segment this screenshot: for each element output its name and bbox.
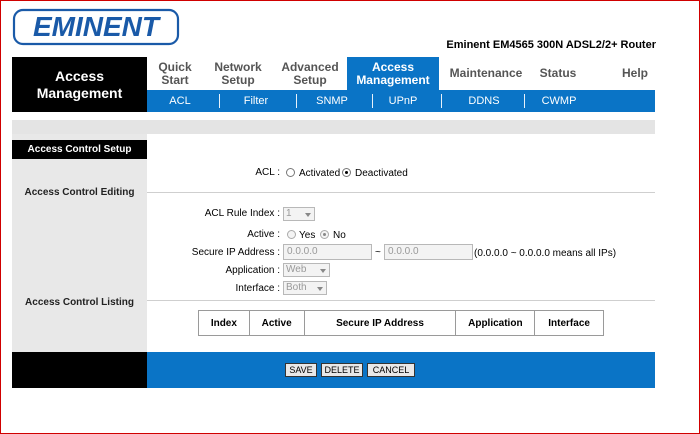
active-no-radio[interactable] bbox=[320, 230, 329, 239]
application-select[interactable]: Web bbox=[283, 263, 330, 277]
cancel-button[interactable]: CANCEL bbox=[367, 363, 415, 377]
nav-advanced-setup[interactable]: Advanced Setup bbox=[273, 57, 347, 90]
nav-access-management[interactable]: Access Management bbox=[347, 57, 439, 90]
active-yes-radio[interactable] bbox=[287, 230, 296, 239]
subnav-snmp[interactable]: SNMP bbox=[307, 90, 357, 112]
section-title: Access Management bbox=[12, 57, 147, 112]
acl-deactivated-radio[interactable] bbox=[342, 168, 351, 177]
acl-rule-index-value: 1 bbox=[286, 208, 292, 219]
subnav-divider bbox=[441, 94, 442, 108]
nav-quick-start[interactable]: Quick Start bbox=[147, 57, 203, 90]
content-header-bar bbox=[12, 120, 655, 134]
column-header-index: Index bbox=[198, 310, 250, 336]
acl-activated-label: Activated bbox=[299, 168, 341, 179]
interface-label: Interface : bbox=[235, 283, 280, 294]
chevron-down-icon bbox=[320, 269, 326, 273]
acl-rule-index-select[interactable]: 1 bbox=[283, 207, 315, 221]
nav-network-setup[interactable]: Network Setup bbox=[205, 57, 271, 90]
logo-text: EMINENT bbox=[33, 11, 162, 42]
chevron-down-icon bbox=[305, 213, 311, 217]
active-no-label: No bbox=[333, 230, 346, 241]
save-button[interactable]: SAVE bbox=[285, 363, 317, 377]
subnav-divider bbox=[524, 94, 525, 108]
delete-button[interactable]: DELETE bbox=[321, 363, 363, 377]
application-label: Application : bbox=[225, 265, 280, 276]
chevron-down-icon bbox=[317, 287, 323, 291]
subnav-divider bbox=[296, 94, 297, 108]
column-header-interface: Interface bbox=[534, 310, 604, 336]
application-value: Web bbox=[286, 264, 307, 275]
access-control-setup-heading: Access Control Setup bbox=[12, 140, 147, 159]
left-column bbox=[12, 134, 147, 352]
acl-rule-index-label: ACL Rule Index : bbox=[204, 208, 280, 219]
active-label: Active : bbox=[247, 229, 280, 240]
subnav-ddns[interactable]: DDNS bbox=[459, 90, 509, 112]
column-header-secure-ip: Secure IP Address bbox=[303, 310, 457, 336]
interface-value: Both bbox=[286, 282, 307, 293]
column-header-application: Application bbox=[455, 310, 536, 336]
acl-label: ACL : bbox=[255, 167, 280, 178]
secure-ip-start-input[interactable]: 0.0.0.0 bbox=[283, 244, 372, 260]
subnav-divider bbox=[219, 94, 220, 108]
subnav-cwmp[interactable]: CWMP bbox=[534, 90, 584, 112]
subnav-filter[interactable]: Filter bbox=[231, 90, 281, 112]
subnav-acl[interactable]: ACL bbox=[155, 90, 205, 112]
eminent-logo: EMINENT bbox=[12, 8, 180, 46]
column-header-active: Active bbox=[248, 310, 305, 336]
ip-range-hint: (0.0.0.0 ~ 0.0.0.0 means all IPs) bbox=[474, 248, 617, 259]
router-model: Eminent EM4565 300N ADSL2/2+ Router bbox=[446, 39, 656, 51]
secure-ip-label: Secure IP Address : bbox=[191, 247, 280, 258]
divider bbox=[147, 300, 655, 301]
acl-listing-table: Index Active Secure IP Address Applicati… bbox=[198, 310, 604, 336]
subnav-upnp[interactable]: UPnP bbox=[378, 90, 428, 112]
footer-left bbox=[12, 352, 147, 388]
active-yes-label: Yes bbox=[299, 230, 316, 241]
ip-range-separator: ~ bbox=[375, 247, 381, 258]
interface-select[interactable]: Both bbox=[283, 281, 327, 295]
acl-activated-radio[interactable] bbox=[286, 168, 295, 177]
divider bbox=[147, 192, 655, 193]
nav-maintenance[interactable]: Maintenance bbox=[442, 57, 530, 90]
nav-status[interactable]: Status bbox=[532, 57, 584, 90]
nav-help[interactable]: Help bbox=[612, 57, 658, 90]
subnav-divider bbox=[372, 94, 373, 108]
table-header-row: Index Active Secure IP Address Applicati… bbox=[198, 310, 604, 336]
secure-ip-end-input[interactable]: 0.0.0.0 bbox=[384, 244, 473, 260]
access-control-editing-label: Access Control Editing bbox=[24, 187, 135, 198]
access-control-listing-label: Access Control Listing bbox=[25, 297, 134, 308]
acl-deactivated-label: Deactivated bbox=[355, 168, 408, 179]
